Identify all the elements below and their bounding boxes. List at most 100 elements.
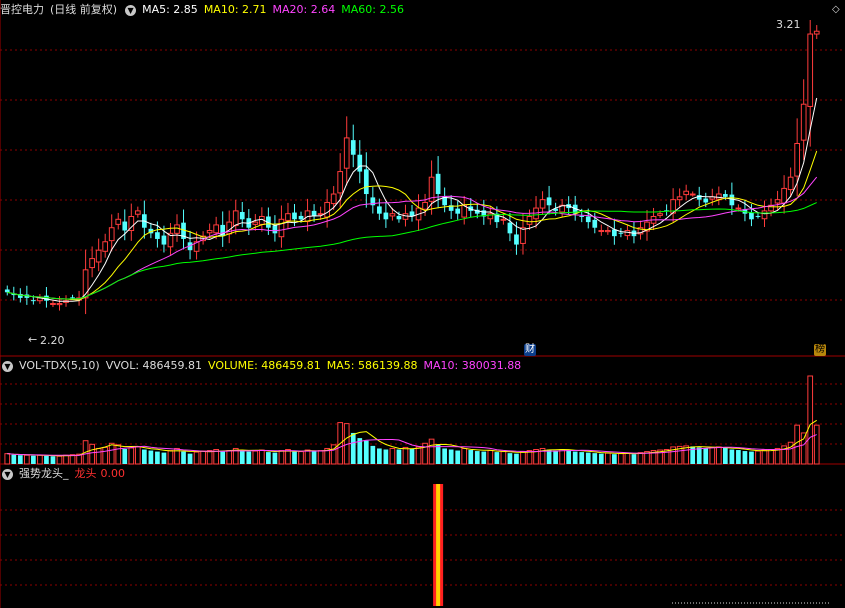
low-price-label: 2.20 — [40, 334, 65, 347]
volume-bar-up — [402, 446, 409, 465]
volume-bar-up — [461, 447, 468, 465]
ma5-label: MA5: 2.85 — [142, 3, 198, 16]
volume-bar-up — [128, 447, 135, 465]
candle-body-up — [232, 210, 239, 226]
volume-bar-up — [259, 449, 265, 465]
volume-bar-up — [774, 447, 781, 465]
candle-body-up — [735, 207, 742, 210]
candle-body-up — [206, 230, 213, 234]
candle-body-down — [292, 212, 297, 220]
volume-bar-down — [350, 432, 356, 464]
volume-bar-down — [161, 452, 167, 464]
volume-bar-down — [448, 449, 454, 464]
volume-bar-up — [63, 454, 69, 465]
volume-bar-down — [729, 449, 735, 464]
volume-bar-up — [415, 446, 422, 465]
candle-body-up — [761, 210, 768, 220]
volume-bar-up — [200, 450, 206, 465]
volume-bar-down — [272, 452, 278, 464]
volume-bar-down — [474, 451, 480, 464]
candle-body-down — [357, 154, 363, 172]
volume-bar-up — [800, 432, 807, 465]
candle-body-up — [108, 227, 115, 242]
volume-bar-up — [794, 424, 801, 465]
candle-body-down — [31, 300, 36, 302]
candle-body-down — [703, 198, 709, 203]
volume-bar-up — [56, 455, 63, 465]
stock-name: 晋控电力 — [0, 3, 44, 16]
volume-bar-up — [298, 451, 304, 465]
volume-bar-down — [11, 454, 17, 464]
candle-body-down — [455, 208, 461, 214]
chevron-circle-icon[interactable]: ▼ — [2, 468, 13, 480]
volume-bar-up — [755, 450, 761, 465]
volume-bar-down — [181, 451, 186, 464]
rank-tag[interactable]: 榜 — [814, 344, 826, 356]
chevron-circle-icon[interactable]: ▼ — [125, 4, 137, 16]
candle-body-up — [422, 201, 428, 210]
volume-label: VOLUME: 486459.81 — [208, 359, 321, 372]
volume-bar-up — [317, 450, 324, 465]
volume-bar-down — [142, 449, 147, 464]
volume-bar-down — [703, 448, 709, 464]
volume-bar-up — [278, 450, 285, 465]
volume-bar-up — [285, 449, 291, 465]
candle-body-down — [514, 234, 519, 245]
volume-bar-down — [736, 450, 741, 464]
volume-bar-up — [4, 453, 11, 465]
chevron-circle-icon[interactable]: ▼ — [2, 360, 13, 372]
volume-bar-up — [95, 447, 102, 465]
volume-bar-up — [813, 424, 820, 465]
candle-body-up — [813, 30, 820, 35]
candle-body-up — [800, 103, 807, 141]
volume-bar-down — [396, 449, 402, 464]
volume-bar-down — [481, 451, 487, 464]
candle-body-down — [298, 215, 304, 220]
diamond-icon[interactable]: ◇ — [832, 3, 840, 17]
volume-bar-down — [50, 456, 56, 464]
volume-bar-up — [624, 452, 631, 465]
volume-bar-up — [520, 451, 526, 465]
candle-body-up — [787, 176, 794, 191]
candle-body-up — [781, 187, 787, 204]
stock-chart[interactable] — [0, 0, 845, 608]
volume-bar-down — [598, 453, 604, 464]
volume-bar-up — [807, 375, 814, 465]
candle-body-up — [500, 218, 507, 221]
candle-body-up — [389, 213, 396, 217]
candle-body-up — [174, 224, 180, 234]
candle-body-up — [95, 249, 102, 263]
volume-bar-down — [409, 448, 415, 464]
volume-bar-up — [637, 452, 644, 465]
volume-bar-up — [389, 447, 396, 465]
candle-body-up — [774, 199, 781, 204]
volume-bar-down — [579, 452, 585, 464]
candle-body-down — [435, 173, 441, 195]
candle-body-up — [539, 199, 546, 209]
candle-body-down — [377, 206, 382, 214]
candle-body-up — [50, 303, 56, 306]
volume-bar-down — [239, 450, 245, 464]
candle-body-down — [350, 140, 356, 155]
candle-body-up — [278, 218, 285, 238]
volume-bar-down — [44, 455, 49, 464]
volume-bar-down — [155, 451, 160, 464]
volume-bar-down — [148, 450, 154, 464]
vol-ma5-label: MA5: 586139.88 — [326, 359, 418, 372]
volume-bar-down — [455, 450, 461, 464]
candle-body-up — [115, 218, 122, 225]
volume-bar-down — [370, 445, 376, 464]
candle-body-down — [592, 219, 598, 228]
signal-indicator-name: 强势龙头_ — [19, 467, 69, 480]
candle-body-up — [252, 221, 259, 225]
volume-bar-up — [768, 449, 774, 465]
volume-bar-down — [507, 453, 513, 464]
candle-body-down — [272, 225, 278, 234]
volume-bar-up — [559, 449, 565, 465]
volume-bar-down — [246, 451, 252, 464]
finance-tag[interactable]: 财 — [524, 344, 536, 356]
high-price-label: 3.21 — [776, 18, 801, 31]
candle-body-down — [579, 215, 585, 217]
signal-value-label: 0.00 — [100, 467, 126, 480]
vol-indicator-name: VOL-TDX(5,10) — [19, 359, 100, 372]
